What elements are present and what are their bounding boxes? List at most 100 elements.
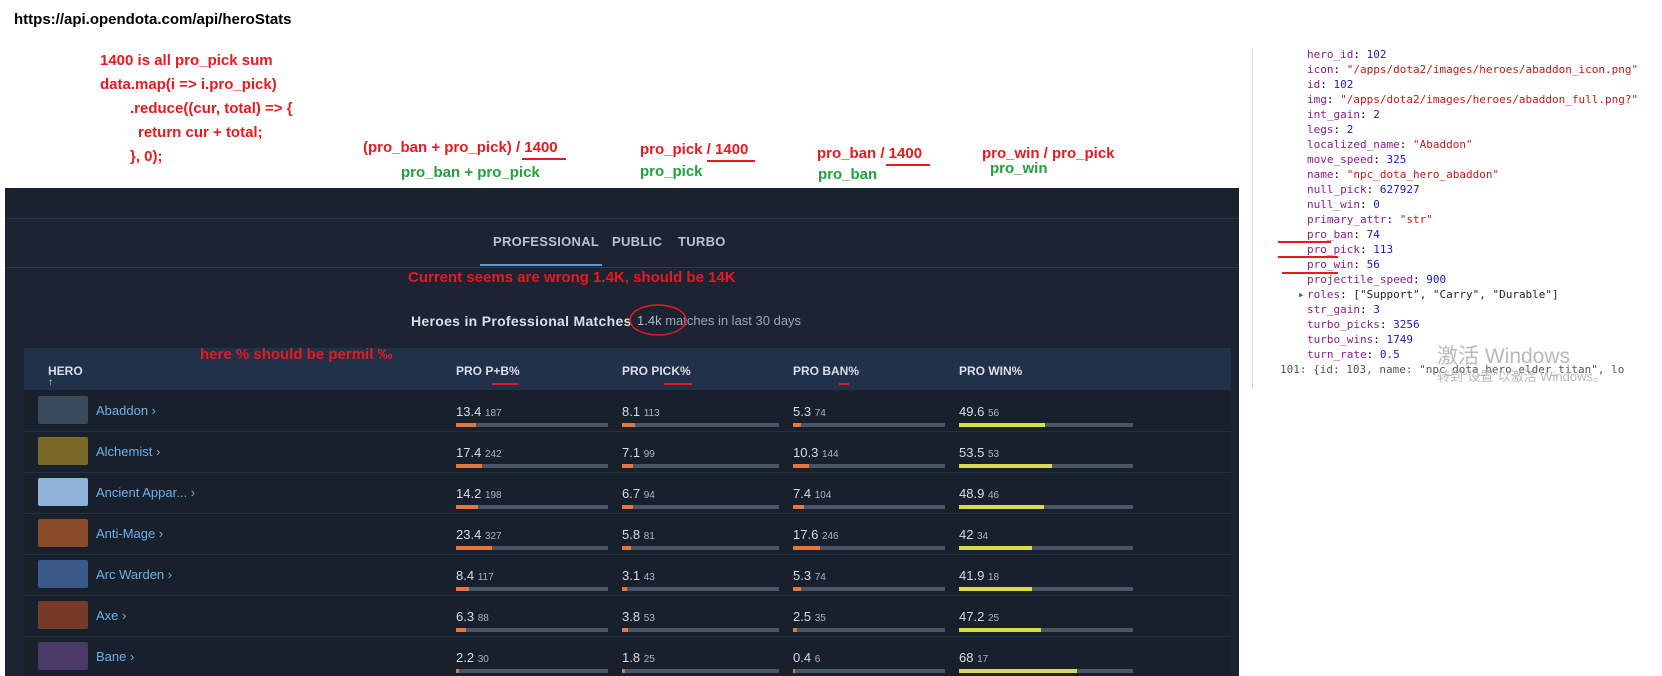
chevron-right-icon: › [126,649,135,664]
col-pro-win-header[interactable]: PRO WIN% [959,364,1022,378]
stat-count: 198 [484,490,502,501]
stat-bar-fill [622,546,631,550]
col-pro-pick-header[interactable]: PRO PICK% [622,364,691,378]
code-line: return cur + total; [138,124,263,141]
stat-value: 5.3 [793,404,812,419]
json-property[interactable]: ▸ roles: ["Support", "Carry", "Durable"] [1298,288,1559,301]
tab-public[interactable]: PUBLIC [612,234,662,249]
chevron-right-icon: › [187,485,196,500]
json-property[interactable]: legs: 2 [1307,123,1353,136]
json-key: img [1307,93,1327,106]
json-value: 2 [1346,123,1354,136]
json-property[interactable]: turbo_picks: 3256 [1307,318,1420,331]
json-key: null_win [1307,198,1360,211]
json-property[interactable]: localized_name: "Abaddon" [1307,138,1473,151]
stat-count: 56 [987,408,1000,419]
stat-count: 81 [643,531,655,542]
underline-mark [886,164,930,166]
json-value: "str" [1399,213,1433,226]
hero-portrait [38,396,88,424]
stat-bar [622,505,779,509]
json-key: pro_ban [1307,228,1354,241]
json-property[interactable]: int_gain: 2 [1307,108,1380,121]
table-row: Abaddon › 13.4 187 8.1 113 5.3 74 49.6 56 [24,390,1231,432]
hero-name-link[interactable]: Abaddon › [96,403,156,418]
stat-value: 13.4 [456,404,482,419]
json-property[interactable]: pro_pick: 113 [1307,243,1393,256]
tab-active-indicator [480,264,602,266]
tab-professional[interactable]: PROFESSIONAL [493,234,599,249]
json-property[interactable]: null_pick: 627927 [1307,183,1420,196]
stat-bar-fill [622,669,625,673]
json-property[interactable]: hero_id: 102 [1307,48,1386,61]
stat-value: 17.6 [793,527,819,542]
json-property[interactable]: pro_win: 56 [1307,258,1380,271]
stat-value: 23.4 [456,527,482,542]
json-property[interactable]: icon: "/apps/dota2/images/heroes/abaddon… [1307,63,1638,76]
hero-name-link[interactable]: Ancient Appar... › [96,485,195,500]
stat-bar [456,669,608,673]
json-property[interactable]: turn_rate: 0.5 [1307,348,1400,361]
stat-pb: 8.4 117 [456,568,494,583]
json-property[interactable]: turbo_wins: 1749 [1307,333,1413,346]
json-property[interactable]: primary_attr: "str" [1307,213,1433,226]
stat-pb: 6.3 88 [456,609,489,624]
page-title: Heroes in Professional Matches [411,313,632,329]
stat-value: 14.2 [456,486,482,501]
json-key: null_pick [1307,183,1367,196]
json-value: 0.5 [1379,348,1400,361]
json-property[interactable]: name: "npc_dota_hero_abaddon" [1307,168,1499,181]
expand-triangle-icon[interactable]: ▸ [1298,288,1305,301]
tab-turbo[interactable]: TURBO [678,234,726,249]
stat-value: 17.4 [456,445,482,460]
col-hero-header[interactable]: HERO [48,364,83,378]
stat-bar-fill [959,587,1032,591]
json-value: 102 [1333,78,1354,91]
json-key: name [1307,168,1334,181]
underline-mark [522,158,566,160]
stat-bar [793,546,945,550]
json-property[interactable]: img: "/apps/dota2/images/heroes/abaddon_… [1307,93,1638,106]
json-property[interactable]: id: 102 [1307,78,1353,91]
stat-value: 0.4 [793,650,812,665]
json-key: id [1307,78,1321,91]
json-property[interactable]: projectile_speed: 900 [1307,273,1446,286]
hero-name-link[interactable]: Bane › [96,649,134,664]
hero-name-link[interactable]: Anti-Mage › [96,526,163,541]
stat-win: 47.2 25 [959,609,999,624]
hero-name-link[interactable]: Arc Warden › [96,567,172,582]
stat-count: 17 [977,654,989,665]
stat-bar-fill [959,546,1032,550]
stat-ban: 7.4 104 [793,486,831,501]
stat-bar-fill [959,628,1041,632]
stat-count: 53 [643,613,655,624]
stat-count: 34 [977,531,989,542]
json-key: projectile_speed [1307,273,1413,286]
json-value: 74 [1366,228,1380,241]
hero-name-text: Abaddon [96,403,149,418]
json-property[interactable]: pro_ban: 74 [1307,228,1380,241]
stat-bar [959,628,1133,632]
json-property[interactable]: move_speed: 325 [1307,153,1406,166]
stat-value: 3.8 [622,609,641,624]
hero-name-link[interactable]: Alchemist › [96,444,160,459]
stat-bar [793,587,945,591]
col-pro-ban-header[interactable]: PRO BAN% [793,364,859,378]
stat-bar [959,587,1133,591]
table-row: Axe › 6.3 88 3.8 53 2.5 35 47.2 25 [24,595,1231,637]
json-value: 102 [1366,48,1387,61]
code-line: 1400 is all pro_pick sum [100,52,273,69]
col-pro-pb-header[interactable]: PRO P+B% [456,364,520,378]
hero-name-link[interactable]: Axe › [96,608,126,623]
stat-bar [622,669,779,673]
json-value: 1749 [1386,333,1413,346]
json-property[interactable]: null_win: 0 [1307,198,1380,211]
stat-value: 3.1 [622,568,641,583]
hero-name-text: Ancient Appar... [96,485,188,500]
stat-bar-fill [622,587,627,591]
pick-formula-annotation: pro_pick / 1400 [640,141,749,158]
underline-mark [1278,256,1338,258]
stat-pb: 2.2 30 [456,650,489,665]
json-property[interactable]: str_gain: 3 [1307,303,1380,316]
stat-bar [456,587,608,591]
